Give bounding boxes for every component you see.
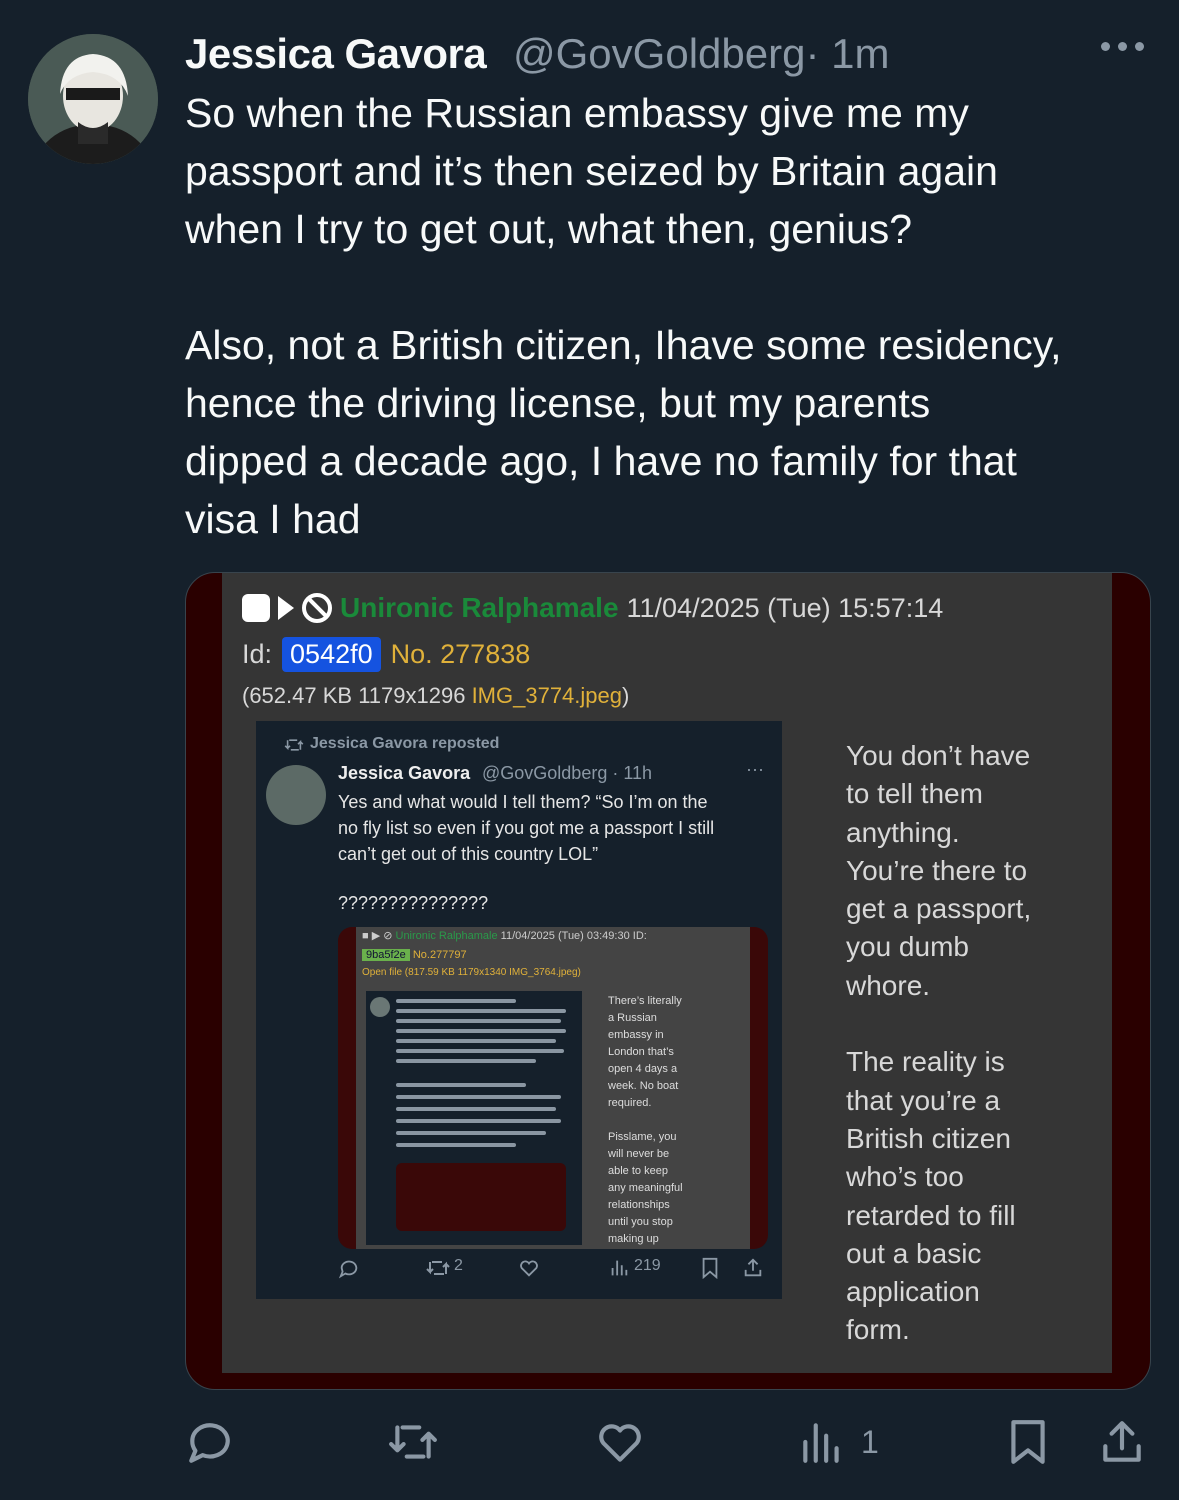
- share-icon: [1103, 1421, 1141, 1462]
- author-handle[interactable]: @GovGoldberg: [513, 30, 805, 77]
- retweet-button[interactable]: [388, 1410, 438, 1474]
- nested-tweet-thumbnail: [366, 991, 582, 1245]
- embedded-tweet-text: Yes and what would I tell them? “So I’m …: [338, 792, 715, 864]
- nested-reply-text: There’s literally a Russian embassy in L…: [608, 995, 683, 1245]
- avatar-image: [28, 34, 158, 164]
- tweet-action-bar: 1: [185, 1410, 1155, 1474]
- views-icon: [803, 1423, 839, 1463]
- tweet-text: So when the Russian embassy give me my p…: [185, 90, 1062, 542]
- nested-post-image: ■ ▶ ⊘ Unironic Ralphamale 11/04/2025 (Tu…: [338, 927, 768, 1249]
- file-info-suffix: ): [622, 683, 630, 708]
- bookmark-button[interactable]: [1003, 1410, 1053, 1474]
- tweet-header: Jessica Gavora @GovGoldberg· 1m: [185, 26, 1155, 82]
- embedded-author-name: Jessica Gavora: [338, 763, 471, 783]
- triangle-icon: [278, 596, 294, 620]
- embedded-retweet-count: 2: [454, 1257, 463, 1274]
- file-info: (652.47 KB 1179x1296 IMG_3774.jpeg): [242, 683, 629, 709]
- reply-button[interactable]: [185, 1410, 235, 1474]
- bookmark-icon: [1011, 1420, 1045, 1464]
- embedded-reply-icon: [338, 1260, 358, 1279]
- poster-name: Unironic Ralphamale: [340, 592, 619, 623]
- embedded-bookmark-icon: [702, 1257, 718, 1279]
- file-info-prefix: (652.47 KB 1179x1296: [242, 683, 472, 708]
- post-number: No. 277838: [390, 639, 531, 669]
- nested-post-number: No.277797: [412, 949, 467, 961]
- embedded-like-icon: [520, 1260, 538, 1277]
- embedded-views-count: 219: [634, 1257, 661, 1274]
- nested-id-value: 9ba5f2e: [362, 949, 410, 961]
- nested-file-info: Open file (817.59 KB 1179x1340 IMG_3764.…: [362, 967, 581, 978]
- embedded-question-marks: ???????????????: [338, 893, 489, 913]
- embedded-tweet-screenshot: Jessica Gavora reposted Jessica Gavora @…: [256, 721, 782, 1299]
- author-handle-and-time[interactable]: @GovGoldberg· 1m: [513, 30, 889, 78]
- author-avatar[interactable]: [28, 34, 158, 164]
- share-button[interactable]: [1097, 1410, 1147, 1474]
- author-name[interactable]: Jessica Gavora: [185, 30, 487, 78]
- post-reply-text: You don’t have to tell them anything. Yo…: [846, 740, 1032, 1346]
- id-value: 0542f0: [282, 637, 381, 672]
- file-name: IMG_3774.jpeg: [471, 683, 622, 708]
- embedded-more-icon: ···: [746, 759, 764, 779]
- id-label: Id:: [242, 639, 273, 669]
- nested-post-id: 9ba5f2e No.277797: [362, 949, 467, 961]
- tweet-media-image[interactable]: Unironic Ralphamale 11/04/2025 (Tue) 15:…: [185, 572, 1151, 1390]
- embedded-views-icon: [611, 1260, 628, 1276]
- post-id-row: Id: 0542f0 No. 277838: [242, 637, 530, 672]
- post-datetime: 11/04/2025 (Tue) 15:57:14: [626, 592, 944, 623]
- checkbox-icon: [242, 594, 270, 622]
- embedded-retweet-icon: [426, 1261, 450, 1275]
- views-button[interactable]: 1: [797, 1410, 879, 1474]
- embedded-avatar: [266, 765, 326, 825]
- embedded-author-handle: @GovGoldberg · 11h: [482, 763, 653, 783]
- post-header: Unironic Ralphamale 11/04/2025 (Tue) 15:…: [242, 591, 943, 625]
- reposted-label: Jessica Gavora reposted: [310, 735, 500, 752]
- reply-icon: [189, 1423, 230, 1463]
- embedded-share-icon: [744, 1258, 762, 1277]
- views-count: 1: [861, 1423, 879, 1460]
- prohibited-icon: [302, 593, 332, 623]
- more-icon[interactable]: [1101, 40, 1145, 54]
- like-button[interactable]: [595, 1410, 645, 1474]
- imageboard-post: Unironic Ralphamale 11/04/2025 (Tue) 15:…: [222, 573, 1112, 1373]
- repost-small-icon: [284, 739, 304, 751]
- nested-datetime: 11/04/2025 (Tue) 03:49:30 ID:: [500, 930, 647, 942]
- retweet-icon: [389, 1425, 437, 1459]
- nested-poster-name: Unironic Ralphamale: [395, 930, 498, 942]
- tweet-time[interactable]: · 1m: [805, 30, 889, 77]
- like-icon: [599, 1424, 641, 1462]
- embedded-tweet-actions: 2 219: [338, 1249, 768, 1289]
- nested-post-header: ■ ▶ ⊘ Unironic Ralphamale 11/04/2025 (Tu…: [362, 930, 647, 942]
- nested-post: ■ ▶ ⊘ Unironic Ralphamale 11/04/2025 (Tu…: [356, 927, 750, 1249]
